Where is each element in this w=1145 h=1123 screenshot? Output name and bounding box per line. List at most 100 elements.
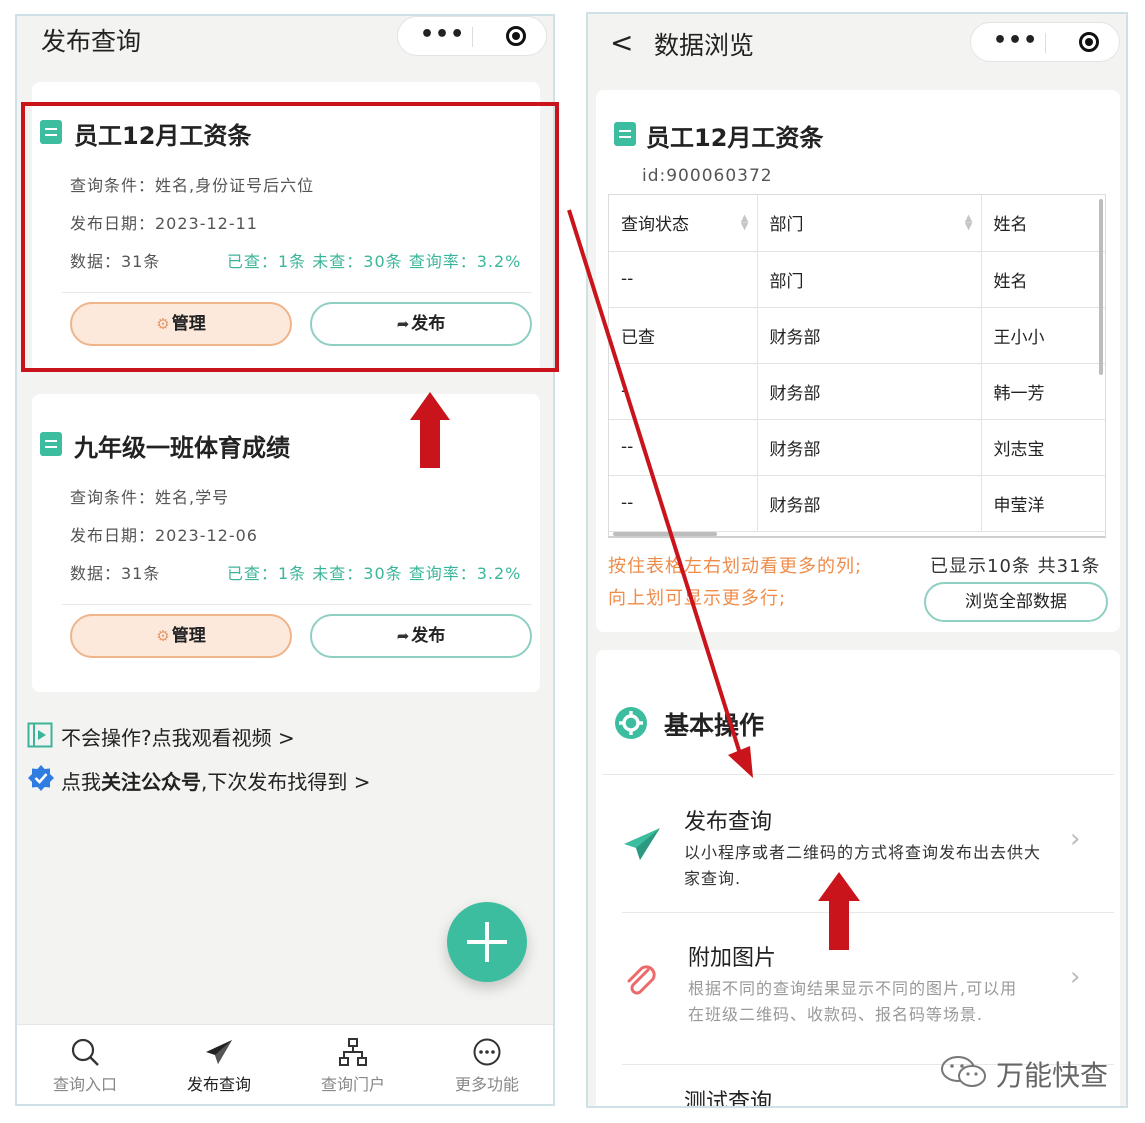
right-phone-screen: < 数据浏览 ••• 员工12月工资条 id:900060372 查询状态 ▲ ▼ … xyxy=(586,12,1128,1108)
close-target-icon[interactable] xyxy=(506,26,526,46)
action-attach-image[interactable]: 附加图片 根据不同的查询结果显示不同的图片,可以用在班级二维码、收款码、报名码等… xyxy=(596,916,1120,1064)
tab-publish-query[interactable]: 发布查询 xyxy=(159,1037,279,1095)
publish-label: 发布 xyxy=(411,626,446,646)
table-cell: 财务部 xyxy=(757,419,982,476)
data-table[interactable]: 查询状态 ▲ ▼ 部门 ▲ ▼ 姓名 -- 部门 姓名 已查 财务部 王小小 - 财务部 xyxy=(609,195,1105,532)
sheet-title: 员工12月工资条 xyxy=(646,124,824,152)
paper-plane-icon xyxy=(206,1040,232,1064)
more-circle-icon xyxy=(473,1038,501,1066)
follow-bold: 关注公众号 xyxy=(101,770,201,794)
mini-program-capsule[interactable]: ••• xyxy=(397,16,547,56)
manage-button[interactable]: ⚙ 管理 xyxy=(70,614,292,658)
video-icon xyxy=(27,722,53,748)
table-row: -- 部门 姓名 xyxy=(609,251,1105,308)
tab-query-entry[interactable]: 查询入口 xyxy=(25,1037,145,1095)
nav-title: 发布查询 xyxy=(41,27,142,56)
more-icon[interactable]: ••• xyxy=(420,24,465,46)
table-row: 已查 财务部 王小小 xyxy=(609,307,1105,364)
basic-operations-card: 基本操作 发布查询 以小程序或者二维码的方式将查询发布出去供大家查询. › 附加… xyxy=(596,650,1120,1108)
header-label: 姓名 xyxy=(993,215,1028,236)
nav-title: 数据浏览 xyxy=(654,31,755,60)
table-cell: 申莹洋 xyxy=(981,475,1105,532)
wechat-icon xyxy=(941,1056,986,1087)
data-table-frame[interactable]: 查询状态 ▲ ▼ 部门 ▲ ▼ 姓名 -- 部门 姓名 已查 财务部 王小小 - 财务部 xyxy=(608,194,1106,538)
paper-plane-icon xyxy=(624,828,660,860)
bottom-tab-bar: 查询入口 发布查询 查询门户 更多功能 xyxy=(17,1024,553,1104)
table-row: - 财务部 韩一芳 xyxy=(609,363,1105,420)
mini-program-capsule[interactable]: ••• xyxy=(970,22,1120,62)
share-arrow-icon: ➦ xyxy=(396,627,410,645)
section-divider xyxy=(602,774,1114,775)
video-help-text: 不会操作?点我观看视频 > xyxy=(61,726,295,750)
table-cell: -- xyxy=(609,419,758,476)
card-conditions: 查询条件：姓名,学号 xyxy=(70,488,230,507)
card-date: 发布日期：2023-12-06 xyxy=(70,526,258,545)
table-cell: -- xyxy=(609,251,758,308)
back-button[interactable]: < xyxy=(610,26,633,59)
query-card-2[interactable]: 九年级一班体育成绩 查询条件：姓名,学号 发布日期：2023-12-06 数据：… xyxy=(32,394,540,692)
table-cell: 王小小 xyxy=(981,307,1105,364)
action-title: 附加图片 xyxy=(688,946,777,971)
manage-label: 管理 xyxy=(171,626,206,646)
table-header-row: 查询状态 ▲ ▼ 部门 ▲ ▼ 姓名 xyxy=(609,195,1105,252)
table-cell: 财务部 xyxy=(757,475,982,532)
action-desc: 以小程序或者二维码的方式将查询发布出去供大家查询. xyxy=(684,843,1042,888)
document-icon xyxy=(40,432,62,456)
vertical-scrollbar[interactable] xyxy=(1099,199,1103,375)
tab-query-portal[interactable]: 查询门户 xyxy=(293,1037,413,1095)
table-cell: 财务部 xyxy=(757,307,982,364)
header-label: 部门 xyxy=(769,215,804,236)
chevron-right-icon: › xyxy=(1070,962,1081,992)
capsule-divider xyxy=(1045,33,1046,53)
sort-icon[interactable]: ▲ ▼ xyxy=(965,214,973,232)
horizontal-scrollbar[interactable] xyxy=(613,532,717,536)
shown-count: 已显示10条 共31条 xyxy=(930,556,1101,577)
sort-icon[interactable]: ▲ ▼ xyxy=(741,214,749,232)
gear-icon: ⚙ xyxy=(156,627,170,645)
table-cell: -- xyxy=(609,475,758,532)
swipe-hint-horizontal: 按住表格左右划动看更多的列; xyxy=(608,556,863,577)
row-divider xyxy=(622,912,1114,913)
card-divider xyxy=(62,604,532,605)
table-cell: 姓名 xyxy=(981,251,1105,308)
header-label: 查询状态 xyxy=(621,215,689,236)
browse-all-button[interactable]: 浏览全部数据 xyxy=(924,582,1108,622)
table-cell: - xyxy=(609,363,758,420)
card-title: 九年级一班体育成绩 xyxy=(74,434,290,462)
publish-button[interactable]: ➦ 发布 xyxy=(310,614,532,658)
table-row: -- 财务部 刘志宝 xyxy=(609,419,1105,476)
action-title: 发布查询 xyxy=(684,810,773,835)
verified-badge-icon xyxy=(28,765,54,791)
section-title: 基本操作 xyxy=(664,711,765,740)
sitemap-icon xyxy=(339,1038,367,1066)
close-target-icon[interactable] xyxy=(1079,32,1099,52)
tab-label: 更多功能 xyxy=(454,1075,519,1094)
card-stats: 已查：1条 未查：30条 查询率：3.2% xyxy=(227,564,522,583)
more-icon[interactable]: ••• xyxy=(993,30,1038,52)
action-publish-query[interactable]: 发布查询 以小程序或者二维码的方式将查询发布出去供大家查询. › xyxy=(596,780,1120,904)
tab-label: 查询门户 xyxy=(320,1075,385,1094)
sheet-id: id:900060372 xyxy=(642,166,773,186)
tab-label: 查询入口 xyxy=(52,1075,117,1094)
action-title: 测试查询 xyxy=(684,1090,773,1108)
add-query-fab[interactable] xyxy=(447,902,527,982)
card-data-count: 数据：31条 xyxy=(70,564,161,583)
paperclip-icon xyxy=(627,965,656,995)
capsule-divider xyxy=(472,27,473,47)
table-header-cell[interactable]: 查询状态 ▲ ▼ xyxy=(609,195,758,252)
search-icon xyxy=(71,1038,99,1066)
table-cell: 部门 xyxy=(757,251,982,308)
highlight-frame xyxy=(21,102,559,372)
follow-prefix: 点我 xyxy=(61,770,101,794)
tab-more-features[interactable]: 更多功能 xyxy=(427,1037,547,1095)
table-cell: 已查 xyxy=(609,307,758,364)
table-row: -- 财务部 申莹洋 xyxy=(609,475,1105,532)
chevron-right-icon: › xyxy=(1070,824,1081,854)
tab-label: 发布查询 xyxy=(186,1075,251,1094)
watermark-text: 万能快查 xyxy=(996,1059,1109,1092)
table-header-cell[interactable]: 部门 ▲ ▼ xyxy=(757,195,982,252)
table-header-cell[interactable]: 姓名 xyxy=(981,195,1105,252)
data-preview-card: 员工12月工资条 id:900060372 查询状态 ▲ ▼ 部门 ▲ ▼ 姓名 -- … xyxy=(596,90,1120,632)
table-cell: 刘志宝 xyxy=(981,419,1105,476)
table-cell: 韩一芳 xyxy=(981,363,1105,420)
